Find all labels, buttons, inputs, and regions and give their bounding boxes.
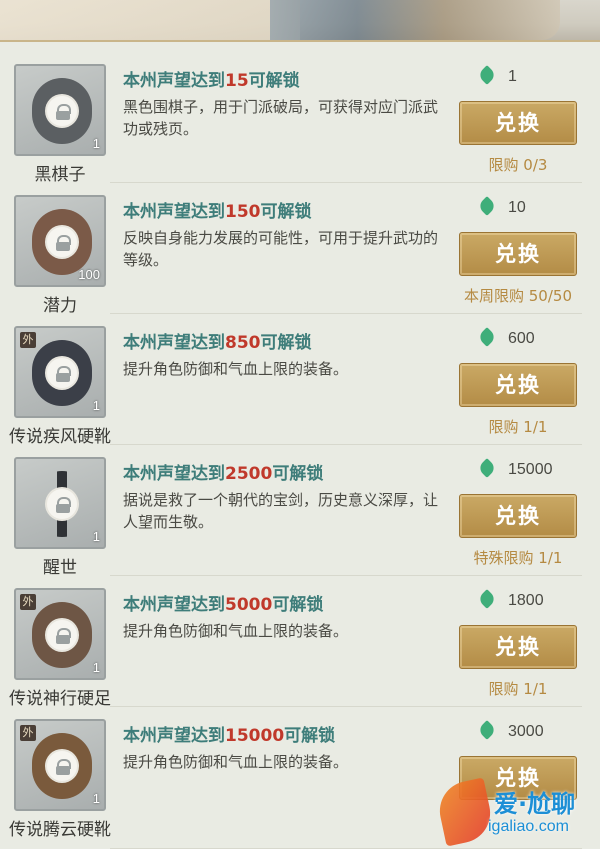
watermark-url: igaliao.com [488, 818, 569, 835]
unlock-requirement: 本州声望达到150可解锁 [123, 202, 312, 222]
purchase-limit: 本周限购 50/50 [464, 287, 572, 305]
lock-icon [47, 358, 77, 388]
purchase-limit: 特殊限购 1/1 [473, 549, 563, 567]
banner-art-left [0, 0, 300, 40]
quality-badge: 外 [20, 594, 36, 610]
item-price: 1 [477, 65, 517, 88]
item-name: 醒世 [43, 558, 77, 578]
item-description: 据说是救了一个朝代的宝剑，历史意义深厚，让人望而生敬。 [123, 491, 439, 531]
item-name: 黑棋子 [34, 165, 86, 185]
item-price: 3000 [477, 720, 544, 743]
item-icon-slot[interactable]: 1 [14, 457, 106, 549]
item-name: 传说神行硬足 [9, 689, 111, 709]
lock-icon [47, 489, 77, 519]
purchase-limit: 限购 1/1 [488, 680, 548, 698]
item-description: 提升角色防御和气血上限的装备。 [123, 622, 349, 640]
item-count: 1 [92, 529, 100, 544]
unlock-requirement: 本州声望达到5000可解锁 [123, 595, 324, 615]
item-icon-slot[interactable]: 1 [14, 64, 106, 156]
unlock-requirement: 本州声望达到15可解锁 [123, 71, 300, 91]
shop-row: 外 1 传说神行硬足 本州声望达到5000可解锁 提升角色防御和气血上限的装备。… [0, 576, 600, 709]
item-description: 提升角色防御和气血上限的装备。 [123, 360, 349, 378]
item-price: 1800 [477, 589, 544, 612]
shop-row: 1 黑棋子 本州声望达到15可解锁 黑色围棋子，用于门派破局，可获得对应门派武功… [0, 52, 600, 185]
item-icon-slot[interactable]: 100 [14, 195, 106, 287]
exchange-button[interactable]: 兑换 [459, 363, 577, 407]
shop-row: 外 1 传说疾风硬靴 本州声望达到850可解锁 提升角色防御和气血上限的装备。 … [0, 314, 600, 447]
watermark-logo-icon [434, 777, 496, 847]
purchase-limit: 限购 0/3 [488, 156, 548, 174]
item-name: 传说腾云硬靴 [9, 820, 111, 840]
lock-icon [47, 96, 77, 126]
site-watermark: 爱·尬聊 igaliao.com [434, 776, 600, 849]
item-count: 1 [92, 136, 100, 151]
item-description: 黑色围棋子，用于门派破局，可获得对应门派武功或残页。 [123, 98, 439, 138]
item-count: 1 [92, 398, 100, 413]
item-icon-slot[interactable]: 外 1 [14, 719, 106, 811]
exchange-button[interactable]: 兑换 [459, 101, 577, 145]
item-name: 潜力 [43, 296, 77, 316]
item-description: 提升角色防御和气血上限的装备。 [123, 753, 349, 771]
jade-currency-icon [477, 196, 497, 216]
item-count: 1 [92, 791, 100, 806]
unlock-requirement: 本州声望达到850可解锁 [123, 333, 312, 353]
item-name: 传说疾风硬靴 [9, 427, 111, 447]
lock-icon [47, 620, 77, 650]
watermark-title: 爱·尬聊 [494, 790, 576, 818]
top-banner [0, 0, 600, 42]
item-price: 600 [477, 327, 535, 350]
exchange-button[interactable]: 兑换 [459, 625, 577, 669]
item-count: 100 [78, 267, 100, 282]
quality-badge: 外 [20, 725, 36, 741]
jade-currency-icon [477, 327, 497, 347]
purchase-limit: 限购 1/1 [488, 418, 548, 436]
item-icon-slot[interactable]: 外 1 [14, 326, 106, 418]
banner-art [270, 0, 560, 40]
lock-icon [47, 751, 77, 781]
jade-currency-icon [477, 720, 497, 740]
item-price: 10 [477, 196, 526, 219]
item-price: 15000 [477, 458, 553, 481]
lock-icon [47, 227, 77, 257]
item-count: 1 [92, 660, 100, 675]
shop-row: 1 醒世 本州声望达到2500可解锁 据说是救了一个朝代的宝剑，历史意义深厚，让… [0, 445, 600, 578]
quality-badge: 外 [20, 332, 36, 348]
unlock-requirement: 本州声望达到2500可解锁 [123, 464, 324, 484]
item-icon-slot[interactable]: 外 1 [14, 588, 106, 680]
jade-currency-icon [477, 458, 497, 478]
exchange-button[interactable]: 兑换 [459, 232, 577, 276]
jade-currency-icon [477, 589, 497, 609]
exchange-button[interactable]: 兑换 [459, 494, 577, 538]
unlock-requirement: 本州声望达到15000可解锁 [123, 726, 336, 746]
shop-row: 100 潜力 本州声望达到150可解锁 反映自身能力发展的可能性，可用于提升武功… [0, 183, 600, 316]
jade-currency-icon [477, 65, 497, 85]
item-description: 反映自身能力发展的可能性，可用于提升武功的等级。 [123, 229, 439, 269]
